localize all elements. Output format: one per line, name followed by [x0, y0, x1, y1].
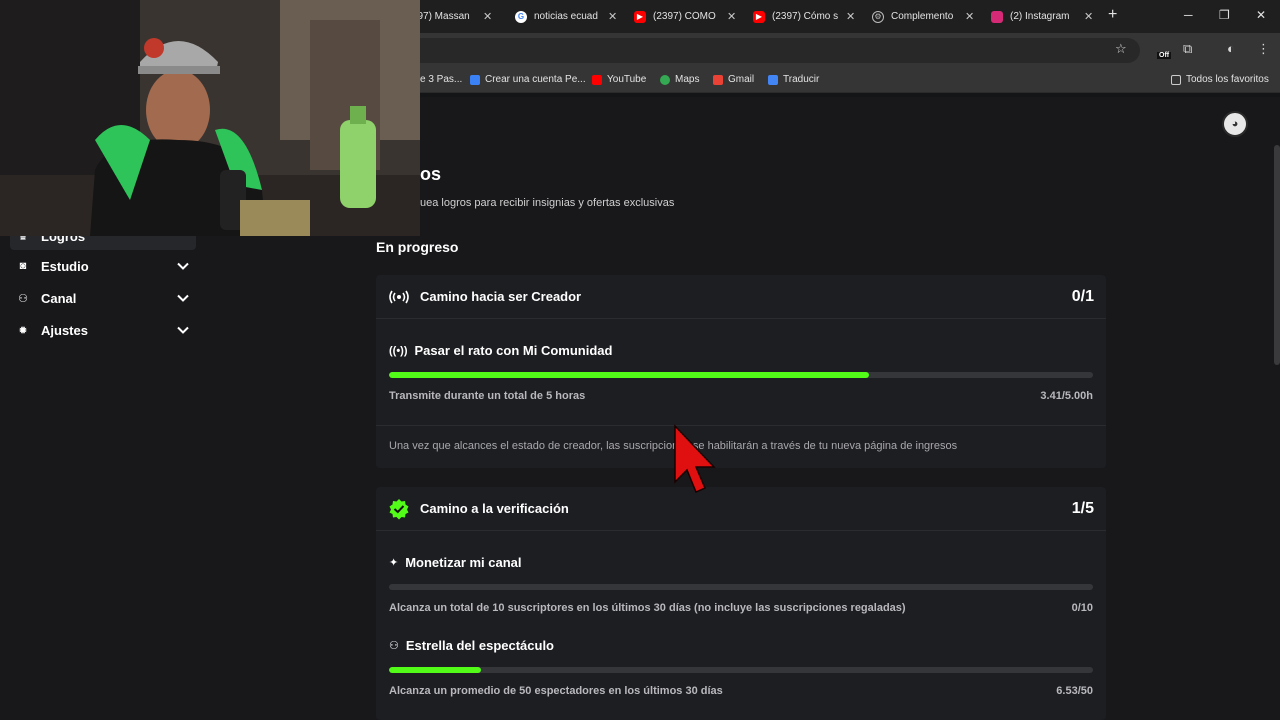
maps-icon	[660, 74, 670, 85]
bookmark[interactable]: Maps	[660, 74, 699, 85]
all-favorites[interactable]: Todos los favoritos	[1171, 74, 1269, 85]
progress-bar	[389, 584, 1093, 590]
users-icon: ⚇	[389, 640, 399, 652]
task-item: ✦ Monetizar mi canal Alcanza un total de …	[389, 555, 1093, 614]
card-header[interactable]: Camino hacia ser Creador 0/1	[376, 275, 1106, 319]
gear-icon: ✹	[18, 324, 28, 337]
progress-fill	[389, 667, 481, 673]
page-title: os	[420, 164, 442, 184]
close-window-icon[interactable]: ✕	[1256, 8, 1266, 22]
progress-value: 6.53/50	[1056, 685, 1093, 697]
close-tab-icon[interactable]: ✕	[846, 10, 855, 23]
bookmark[interactable]: YouTube	[592, 74, 646, 85]
close-tab-icon[interactable]: ✕	[608, 10, 617, 23]
close-tab-icon[interactable]: ✕	[727, 10, 736, 23]
card-count: 0/1	[1071, 287, 1094, 305]
browser-tab[interactable]: ▶ (2397) CÓMO ✕	[634, 4, 736, 29]
off-badge: Off	[1157, 52, 1172, 59]
studio-icon: ◙	[19, 260, 27, 272]
sidebar-item-estudio[interactable]: ◙ Estudio	[10, 252, 196, 280]
google-icon: G	[515, 10, 527, 23]
bookmark[interactable]: Gmail	[713, 74, 754, 85]
task-item: ⚇ Estrella del espectáculo Alcanza un pro…	[389, 638, 1093, 697]
verified-icon	[388, 498, 410, 520]
gmail-icon	[713, 74, 723, 85]
achievement-card-verification: Camino a la verificación 1/5 ✦ Monetizar …	[376, 487, 1106, 720]
sidebar-item-ajustes[interactable]: ✹ Ajustes	[10, 316, 196, 344]
channel-icon: ⚇	[18, 292, 28, 305]
instagram-icon	[991, 10, 1003, 23]
card-header[interactable]: Camino a la verificación 1/5	[376, 487, 1106, 531]
chevron-down-icon[interactable]	[176, 259, 190, 273]
mouse-cursor-icon	[674, 424, 716, 493]
page-subtitle: uea logros para recibir insignias y ofer…	[420, 197, 675, 209]
browser-tab[interactable]: ⚙ Complemento ✕	[872, 4, 974, 29]
browser-tab[interactable]: (2) Instagram ✕	[991, 4, 1093, 29]
sidebar-item-canal[interactable]: ⚇ Canal	[10, 284, 196, 312]
translate-icon	[768, 74, 778, 85]
extensions-icon[interactable]: ⧉	[1183, 41, 1192, 57]
profile-icon[interactable]: ◐	[1227, 41, 1235, 56]
section-title: En progreso	[376, 239, 459, 255]
progress-bar	[389, 667, 1093, 673]
scrollbar[interactable]	[1274, 145, 1280, 365]
extension-icon: ⚙	[872, 10, 884, 23]
folder-icon	[1171, 74, 1181, 85]
menu-icon[interactable]: ⋮	[1257, 41, 1270, 57]
chevron-down-icon[interactable]	[176, 291, 190, 305]
chevron-down-icon[interactable]	[176, 323, 190, 337]
broadcast-icon	[388, 286, 410, 308]
star-icon[interactable]: ☆	[1115, 41, 1127, 57]
progress-bar	[389, 372, 1093, 378]
browser-tab[interactable]: Gnoticias ecuad ✕	[515, 4, 617, 29]
bookmark-icon	[470, 74, 480, 85]
omnibox[interactable]	[380, 38, 1140, 63]
progress-value: 3.41/5.00h	[1040, 390, 1093, 402]
avatar[interactable]: ◕	[1222, 111, 1248, 137]
close-tab-icon[interactable]: ✕	[1084, 10, 1093, 23]
card-count: 1/5	[1071, 499, 1094, 517]
achievement-card-creator: Camino hacia ser Creador 0/1 ((•)) Pasar …	[376, 275, 1106, 468]
youtube-icon	[592, 74, 602, 85]
webcam-image	[0, 0, 420, 236]
bookmark[interactable]: Crear una cuenta Pe...	[470, 74, 586, 85]
progress-value: 0/10	[1071, 602, 1093, 614]
restore-icon[interactable]: ❐	[1219, 8, 1230, 22]
card-note: Una vez que alcances el estado de creado…	[376, 425, 1106, 466]
webcam-overlay	[0, 0, 420, 236]
close-tab-icon[interactable]: ✕	[965, 10, 974, 23]
progress-fill	[389, 372, 870, 378]
close-tab-icon[interactable]: ✕	[483, 10, 492, 23]
new-tab-icon[interactable]: +	[1108, 6, 1117, 24]
task-item: ((•)) Pasar el rato con Mi Comunidad Tran…	[389, 343, 1093, 402]
youtube-icon: ▶	[634, 10, 646, 23]
minimize-icon[interactable]: ─	[1184, 8, 1193, 22]
browser-tab[interactable]: ▶ (2397) Cómo s ✕	[753, 4, 855, 29]
sparkle-icon: ✦	[389, 557, 399, 569]
bookmark[interactable]: Traducir	[768, 74, 819, 85]
broadcast-icon: ((•))	[389, 344, 408, 357]
youtube-icon: ▶	[753, 10, 765, 23]
bookmark[interactable]: e 3 Pas...	[420, 74, 462, 85]
